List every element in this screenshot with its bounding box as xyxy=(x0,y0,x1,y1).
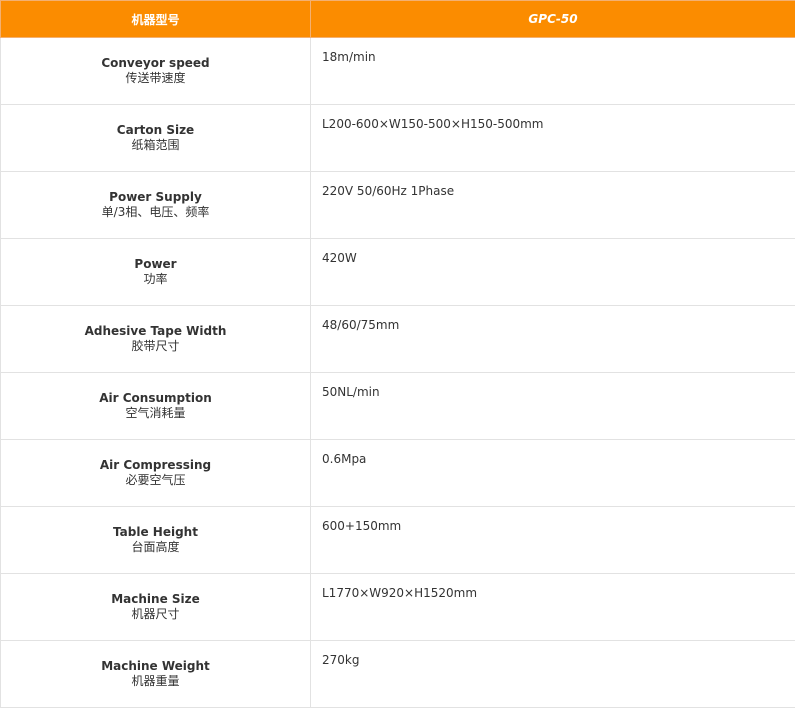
label-chinese: 传送带速度 xyxy=(1,71,310,86)
label-chinese: 机器重量 xyxy=(1,674,310,689)
table-row: Power 功率 420W xyxy=(1,239,795,306)
row-label: Power Supply 单/3相、电压、频率 xyxy=(1,172,311,239)
row-value: 0.6Mpa xyxy=(311,440,795,507)
label-chinese: 纸箱范围 xyxy=(1,138,310,153)
table-row: Power Supply 单/3相、电压、频率 220V 50/60Hz 1Ph… xyxy=(1,172,795,239)
label-chinese: 单/3相、电压、频率 xyxy=(1,205,310,220)
table-row: Machine Weight 机器重量 270kg xyxy=(1,641,795,708)
label-english: Power Supply xyxy=(1,190,310,205)
label-chinese: 机器尺寸 xyxy=(1,607,310,622)
row-value: 18m/min xyxy=(311,38,795,105)
table-row: Table Height 台面高度 600+150mm xyxy=(1,507,795,574)
row-label: Table Height 台面高度 xyxy=(1,507,311,574)
table-row: Machine Size 机器尺寸 L1770×W920×H1520mm xyxy=(1,574,795,641)
row-value: 420W xyxy=(311,239,795,306)
row-value: L200-600×W150-500×H150-500mm xyxy=(311,105,795,172)
label-english: Machine Size xyxy=(1,592,310,607)
label-english: Carton Size xyxy=(1,123,310,138)
row-label: Carton Size 纸箱范围 xyxy=(1,105,311,172)
row-label: Adhesive Tape Width 胶带尺寸 xyxy=(1,306,311,373)
row-value: L1770×W920×H1520mm xyxy=(311,574,795,641)
label-english: Adhesive Tape Width xyxy=(1,324,310,339)
row-value: 270kg xyxy=(311,641,795,708)
row-value: 50NL/min xyxy=(311,373,795,440)
header-model-value: GPC-50 xyxy=(311,1,795,38)
row-label: Machine Weight 机器重量 xyxy=(1,641,311,708)
table-row: Conveyor speed 传送带速度 18m/min xyxy=(1,38,795,105)
spec-table: 机器型号 GPC-50 Conveyor speed 传送带速度 18m/min… xyxy=(0,0,795,708)
label-english: Conveyor speed xyxy=(1,56,310,71)
label-english: Air Consumption xyxy=(1,391,310,406)
label-english: Machine Weight xyxy=(1,659,310,674)
label-english: Power xyxy=(1,257,310,272)
row-label: Conveyor speed 传送带速度 xyxy=(1,38,311,105)
row-value: 600+150mm xyxy=(311,507,795,574)
label-chinese: 空气消耗量 xyxy=(1,406,310,421)
table-row: Air Consumption 空气消耗量 50NL/min xyxy=(1,373,795,440)
header-model-label: 机器型号 xyxy=(1,1,311,38)
row-label: Machine Size 机器尺寸 xyxy=(1,574,311,641)
row-value: 48/60/75mm xyxy=(311,306,795,373)
row-label: Air Consumption 空气消耗量 xyxy=(1,373,311,440)
label-chinese: 必要空气压 xyxy=(1,473,310,488)
label-chinese: 台面高度 xyxy=(1,540,310,555)
row-value: 220V 50/60Hz 1Phase xyxy=(311,172,795,239)
header-row: 机器型号 GPC-50 xyxy=(1,1,795,38)
label-english: Air Compressing xyxy=(1,458,310,473)
label-chinese: 功率 xyxy=(1,272,310,287)
table-row: Adhesive Tape Width 胶带尺寸 48/60/75mm xyxy=(1,306,795,373)
row-label: Air Compressing 必要空气压 xyxy=(1,440,311,507)
row-label: Power 功率 xyxy=(1,239,311,306)
label-english: Table Height xyxy=(1,525,310,540)
label-chinese: 胶带尺寸 xyxy=(1,339,310,354)
table-row: Air Compressing 必要空气压 0.6Mpa xyxy=(1,440,795,507)
table-row: Carton Size 纸箱范围 L200-600×W150-500×H150-… xyxy=(1,105,795,172)
